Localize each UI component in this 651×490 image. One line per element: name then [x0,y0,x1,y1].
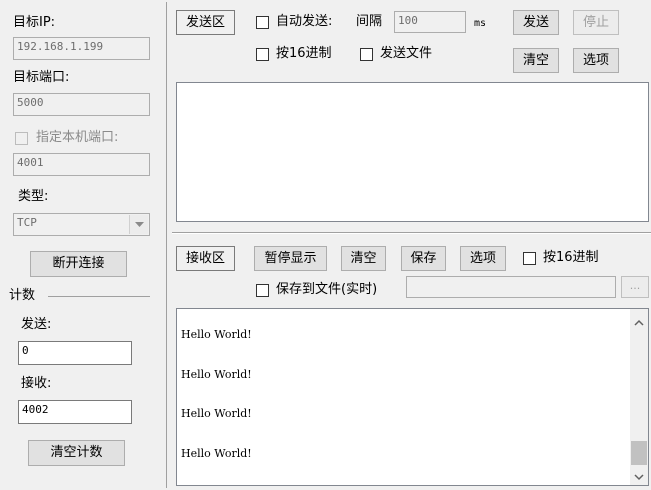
auto-send-checkbox[interactable] [256,16,269,29]
send-file-label: 发送文件 [380,46,433,61]
recv-line: Hello World! [181,328,252,341]
sent-count-field[interactable]: 0 [18,341,132,365]
counter-group-label: 计数 [9,288,36,303]
send-file-checkbox[interactable] [360,48,373,61]
type-select-value: TCP [17,216,37,229]
send-area-tab[interactable]: 发送区 [176,10,235,35]
target-port-field[interactable]: 5000 [13,93,150,116]
recv-line: Hello World! [181,407,252,420]
send-hex-checkbox[interactable] [256,48,269,61]
target-ip-field[interactable]: 192.168.1.199 [13,37,150,60]
local-port-checkbox[interactable] [15,132,28,145]
counter-group-divider [48,296,150,297]
local-port-label: 指定本机端口: [36,130,119,145]
clear-count-button[interactable]: 清空计数 [28,440,125,466]
interval-unit-label: ms [474,18,487,29]
panel-divider [166,2,167,488]
target-ip-label: 目标IP: [13,15,56,30]
local-port-field[interactable]: 4001 [13,153,150,176]
target-port-label: 目标端口: [13,70,70,85]
send-options-button[interactable]: 选项 [573,48,619,73]
recv-line: Hello World! [181,368,252,381]
send-hex-label: 按16进制 [276,46,332,61]
recv-area-tab[interactable]: 接收区 [176,246,235,271]
left-panel: 目标IP: 192.168.1.199 目标端口: 5000 指定本机端口: 4… [0,0,165,490]
scrollbar-thumb[interactable] [631,441,647,465]
pause-display-button[interactable]: 暂停显示 [254,246,327,271]
recv-scrollbar[interactable] [630,309,648,485]
chevron-down-icon[interactable] [634,470,644,485]
send-button[interactable]: 发送 [513,10,559,35]
type-select[interactable]: TCP [13,213,150,236]
recv-hex-label: 按16进制 [543,250,599,265]
send-textarea[interactable] [176,82,649,222]
recv-clear-button[interactable]: 清空 [341,246,386,271]
stop-button[interactable]: 停止 [573,10,619,35]
save-to-file-checkbox[interactable] [256,284,269,297]
disconnect-button[interactable]: 断开连接 [30,251,127,277]
recv-hex-checkbox[interactable] [523,252,536,265]
interval-field[interactable]: 100 [394,11,466,33]
type-label: 类型: [18,189,49,204]
chevron-up-icon[interactable] [634,315,644,330]
send-clear-button[interactable]: 清空 [513,48,559,73]
chevron-down-icon[interactable] [129,215,148,234]
recv-count-field[interactable]: 4002 [18,400,132,424]
recv-line: Hello World! [181,447,252,460]
auto-send-label: 自动发送: [276,14,333,29]
browse-file-button[interactable]: ... [621,276,649,298]
save-file-path-field[interactable] [406,276,616,298]
recv-count-label: 接收: [21,376,52,391]
interval-label: 间隔 [356,14,383,29]
recv-textarea[interactable]: Hello World! Hello World! Hello World! H… [176,308,649,486]
recv-save-button[interactable]: 保存 [401,246,446,271]
splitter-highlight [172,233,651,234]
recv-options-button[interactable]: 选项 [460,246,506,271]
sent-count-label: 发送: [21,317,52,332]
save-to-file-label: 保存到文件(实时) [276,282,378,297]
